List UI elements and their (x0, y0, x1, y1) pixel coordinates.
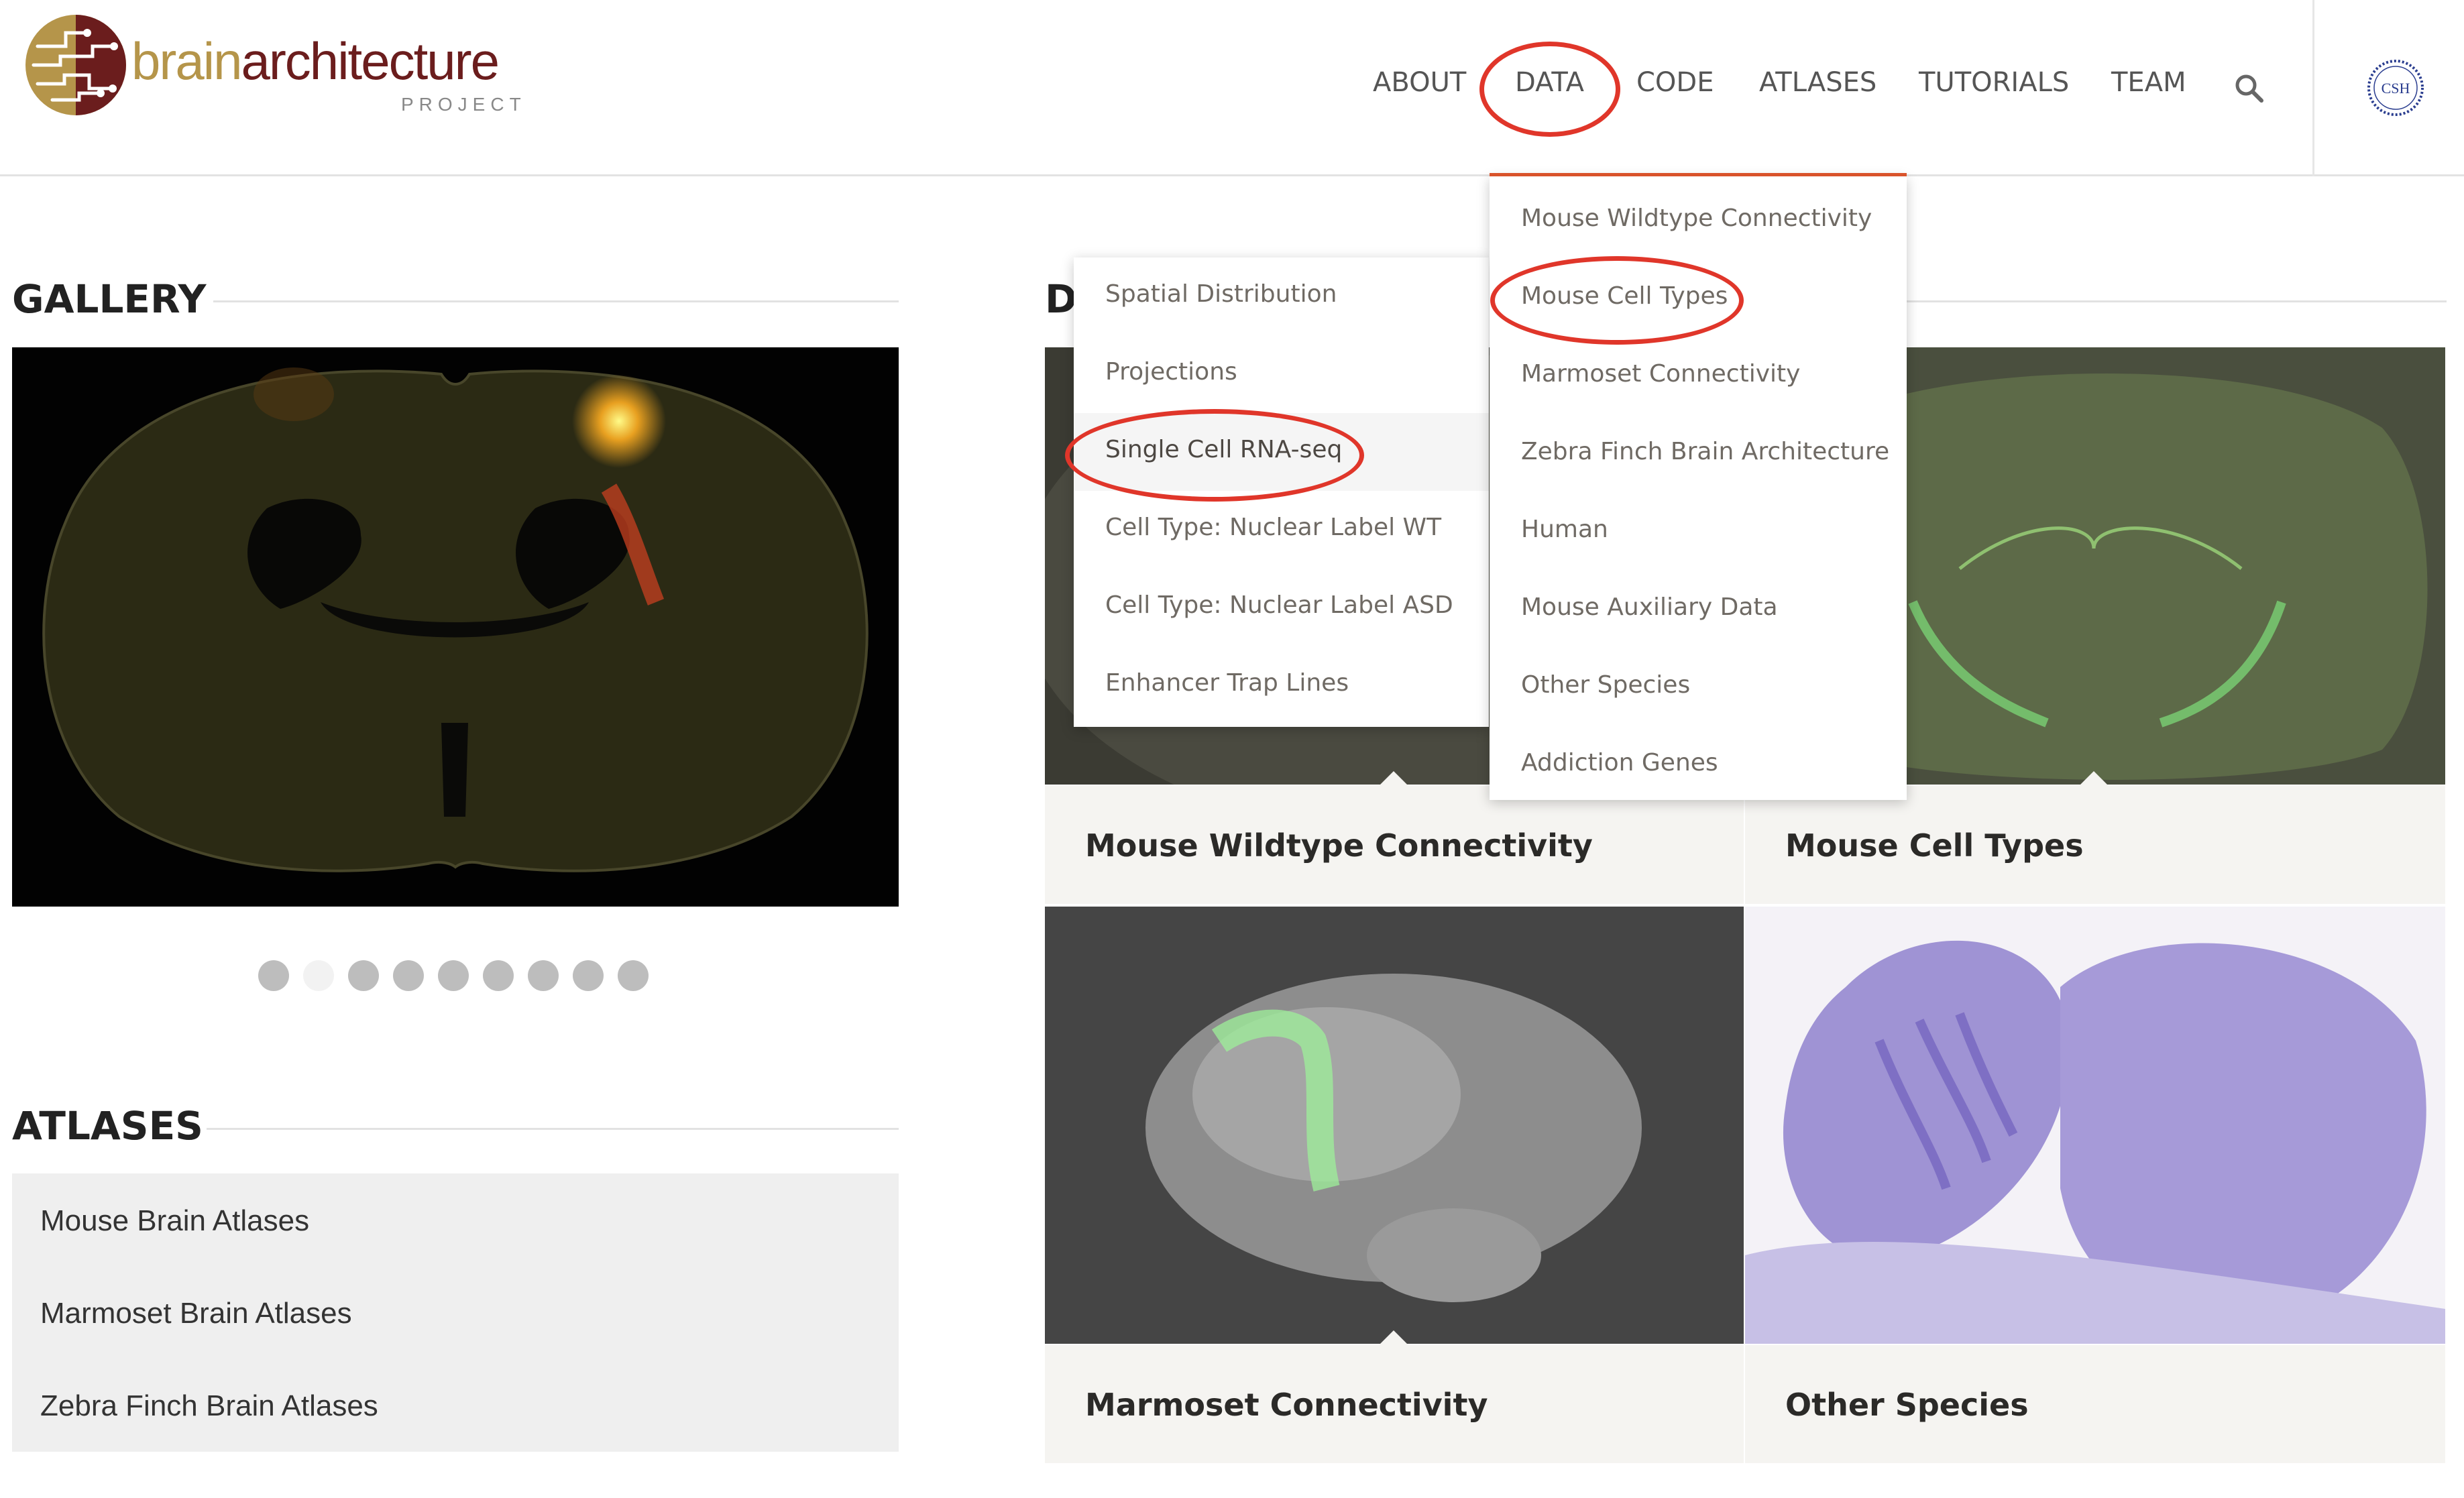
menu-marmoset-connectivity[interactable]: Marmoset Connectivity (1490, 337, 1907, 415)
nav-tutorials[interactable]: TUTORIALS (1919, 67, 2069, 98)
data-heading: D (1045, 276, 1078, 322)
submenu-single-cell-rna-seq[interactable]: Single Cell RNA-seq (1074, 413, 1489, 491)
tile-title-other-species: Other Species (1785, 1387, 2029, 1423)
gallery-pagination (258, 960, 661, 991)
tile-caption-marmoset[interactable]: Marmoset Connectivity (1045, 1345, 1744, 1463)
menu-addiction-genes[interactable]: Addiction Genes (1490, 726, 1907, 804)
submenu-nuclear-label-asd[interactable]: Cell Type: Nuclear Label ASD (1074, 569, 1489, 646)
tile-caption-other-species[interactable]: Other Species (1745, 1345, 2445, 1463)
data-dropdown-menu: Mouse Wildtype Connectivity Mouse Cell T… (1490, 173, 1907, 800)
atlas-link-marmoset[interactable]: Marmoset Brain Atlases (40, 1297, 352, 1330)
cell-types-submenu: Spatial Distribution Projections Single … (1074, 257, 1489, 727)
brain-section-image (12, 347, 899, 907)
menu-human[interactable]: Human (1490, 493, 1907, 571)
gallery-dot[interactable] (258, 960, 289, 991)
menu-zebra-finch-brain-architecture[interactable]: Zebra Finch Brain Architecture (1490, 415, 1907, 493)
logo-subtitle: PROJECT (401, 94, 526, 115)
atlas-link-mouse[interactable]: Mouse Brain Atlases (40, 1204, 309, 1238)
gallery-heading: GALLERY (12, 276, 207, 322)
submenu-nuclear-label-wt[interactable]: Cell Type: Nuclear Label WT (1074, 491, 1489, 569)
site-logo[interactable]: brainarchitecture PROJECT (25, 9, 521, 123)
menu-mouse-cell-types[interactable]: Mouse Cell Types (1490, 260, 1907, 337)
tile-title-mouse-wildtype: Mouse Wildtype Connectivity (1085, 827, 1593, 864)
tile-title-mouse-cell-types: Mouse Cell Types (1785, 827, 2084, 864)
other-species-image (1745, 907, 2445, 1344)
tile-image-other-species[interactable] (1745, 907, 2445, 1344)
atlases-heading: ATLASES (12, 1103, 203, 1149)
gallery-dot-active[interactable] (303, 960, 334, 991)
tile-title-marmoset: Marmoset Connectivity (1085, 1387, 1488, 1423)
header-divider (2312, 0, 2314, 176)
gallery-dot[interactable] (438, 960, 469, 991)
nav-code[interactable]: CODE (1636, 67, 1714, 98)
tile-notch (1379, 771, 1408, 786)
tile-notch (2079, 771, 2109, 786)
gallery-dot[interactable] (348, 960, 379, 991)
menu-mouse-auxiliary-data[interactable]: Mouse Auxiliary Data (1490, 571, 1907, 648)
gallery-dot[interactable] (618, 960, 649, 991)
menu-mouse-wildtype-connectivity[interactable]: Mouse Wildtype Connectivity (1490, 182, 1907, 260)
brain-logo-icon (25, 15, 126, 115)
nav-about[interactable]: ABOUT (1373, 67, 1466, 98)
atlas-link-zebra-finch[interactable]: Zebra Finch Brain Atlases (40, 1389, 378, 1423)
csh-logo-icon[interactable]: CSH (2365, 58, 2426, 118)
dropdown-accent-bar (1490, 173, 1907, 176)
marmoset-brain-image (1045, 907, 1744, 1344)
gallery-dot[interactable] (573, 960, 604, 991)
nav-atlases[interactable]: ATLASES (1759, 67, 1877, 98)
submenu-projections[interactable]: Projections (1074, 335, 1489, 413)
tile-notch (1379, 1330, 1408, 1345)
nav-team[interactable]: TEAM (2111, 67, 2186, 98)
gallery-dot[interactable] (483, 960, 514, 991)
tile-image-marmoset[interactable] (1045, 907, 1744, 1344)
menu-other-species[interactable]: Other Species (1490, 648, 1907, 726)
data-heading-rule (1905, 300, 2447, 302)
logo-wordmark: brainarchitecture (131, 32, 500, 91)
gallery-heading-rule (213, 300, 899, 302)
gallery-dot[interactable] (528, 960, 559, 991)
submenu-spatial-distribution[interactable]: Spatial Distribution (1074, 257, 1489, 335)
submenu-enhancer-trap-lines[interactable]: Enhancer Trap Lines (1074, 646, 1489, 724)
site-header: brainarchitecture PROJECT ABOUT DATA COD… (0, 0, 2464, 176)
gallery-dot[interactable] (393, 960, 424, 991)
search-icon[interactable] (2233, 72, 2264, 103)
csh-logo-text: CSH (2382, 80, 2410, 97)
nav-data[interactable]: DATA (1515, 67, 1584, 98)
gallery-slide-image[interactable] (12, 347, 899, 907)
atlases-heading-rule (207, 1128, 899, 1130)
atlases-list: Mouse Brain Atlases Marmoset Brain Atlas… (12, 1173, 899, 1452)
